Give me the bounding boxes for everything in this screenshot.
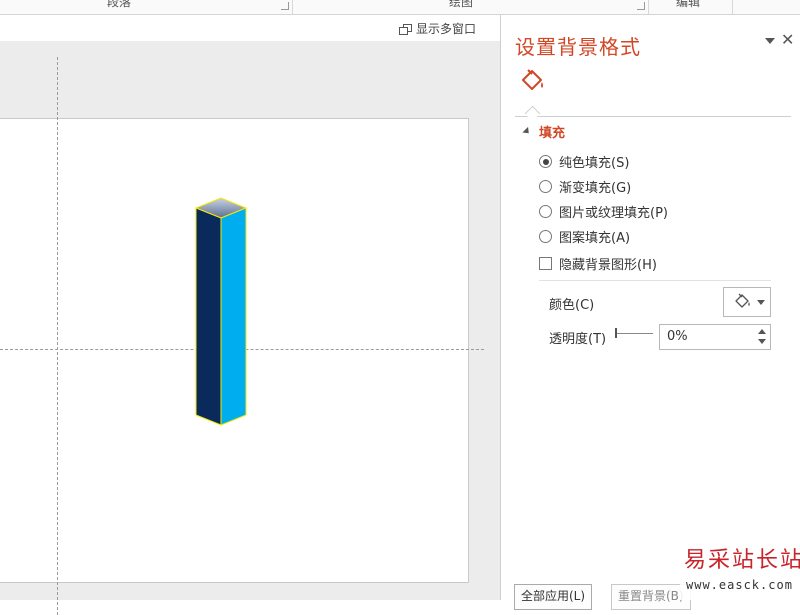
multi-window-button[interactable]: 显示多窗口 (398, 20, 476, 37)
hide-background-graphics-label: 隐藏背景图形(H) (559, 258, 657, 273)
chevron-down-icon (757, 300, 765, 305)
close-icon[interactable]: ✕ (781, 30, 794, 49)
pattern-fill-option[interactable]: 图案填充(A) (539, 227, 630, 246)
fill-section-header[interactable]: 填充 (522, 122, 566, 141)
transparency-slider[interactable] (615, 328, 653, 338)
color-label: 颜色(C) (549, 298, 595, 313)
tab-underline (515, 116, 791, 117)
reset-background-button[interactable]: 重置背景(B) (611, 584, 691, 610)
ribbon-group-editing: 编辑 (676, 0, 701, 9)
solid-fill-label: 纯色填充(S) (559, 156, 630, 171)
ribbon-separator (292, 0, 293, 14)
watermark: 易采站长站 www.easck.com (680, 540, 800, 600)
gradient-fill-option[interactable]: 渐变填充(G) (539, 177, 631, 196)
drawing-launcher-icon[interactable] (637, 2, 645, 10)
paragraph-launcher-icon[interactable] (281, 2, 289, 10)
tab-fill[interactable] (519, 67, 549, 97)
ribbon-group-drawing: 绘图 (449, 0, 474, 9)
paint-bucket-icon (522, 69, 543, 90)
hide-background-graphics-option[interactable]: 隐藏背景图形(H) (539, 254, 657, 273)
gradient-fill-radio[interactable] (539, 180, 552, 193)
spin-down-icon[interactable] (758, 339, 766, 344)
solid-fill-radio[interactable] (539, 155, 552, 168)
transparency-spinbox[interactable]: 0% (659, 324, 771, 350)
slide-workspace: 显示多窗口 (0, 15, 500, 615)
pane-options-chevron-down-icon[interactable] (765, 38, 775, 44)
pattern-fill-label: 图案填充(A) (559, 231, 631, 246)
gradient-fill-label: 渐变填充(G) (559, 181, 632, 196)
column-side-face (220, 207, 247, 426)
pane-title: 设置背景格式 (515, 35, 641, 59)
ribbon-separator (732, 0, 733, 14)
format-background-pane: 设置背景格式 ✕ 填充 纯色填充(S) 渐变填充(G) 图片或纹理填充(P) 图… (500, 15, 800, 610)
vertical-guide-line[interactable] (57, 57, 58, 615)
collapse-triangle-icon (522, 126, 532, 137)
apply-to-all-button[interactable]: 全部应用(L) (514, 584, 593, 610)
spin-up-icon[interactable] (758, 329, 766, 334)
paint-bucket-icon (735, 293, 750, 308)
transparency-label: 透明度(T) (549, 332, 607, 347)
3d-column-graphic (194, 197, 248, 426)
picture-texture-fill-label: 图片或纹理填充(P) (559, 206, 668, 221)
hide-background-graphics-checkbox[interactable] (539, 257, 552, 270)
section-divider (539, 280, 771, 281)
solid-fill-option[interactable]: 纯色填充(S) (539, 152, 629, 171)
watermark-text: 易采站长站 (684, 548, 800, 573)
3d-column-shape[interactable] (192, 197, 252, 433)
multi-window-icon (398, 23, 412, 35)
pattern-fill-radio[interactable] (539, 230, 552, 243)
color-picker-button[interactable] (723, 287, 771, 317)
column-front-face (195, 207, 222, 426)
picture-texture-fill-option[interactable]: 图片或纹理填充(P) (539, 202, 668, 221)
multi-window-label: 显示多窗口 (415, 22, 476, 36)
ribbon-group-paragraph: 段落 (107, 0, 132, 9)
fill-section-label: 填充 (539, 126, 566, 141)
slider-thumb[interactable] (615, 328, 617, 338)
slider-track (615, 333, 653, 334)
ribbon: 段落 绘图 编辑 (0, 0, 800, 15)
watermark-url: www.easck.com (686, 578, 793, 592)
workspace-toolbar: 显示多窗口 (0, 15, 500, 41)
tab-indicator (524, 105, 541, 122)
ribbon-separator (648, 0, 649, 14)
transparency-value[interactable]: 0% (667, 329, 688, 344)
picture-texture-fill-radio[interactable] (539, 205, 552, 218)
